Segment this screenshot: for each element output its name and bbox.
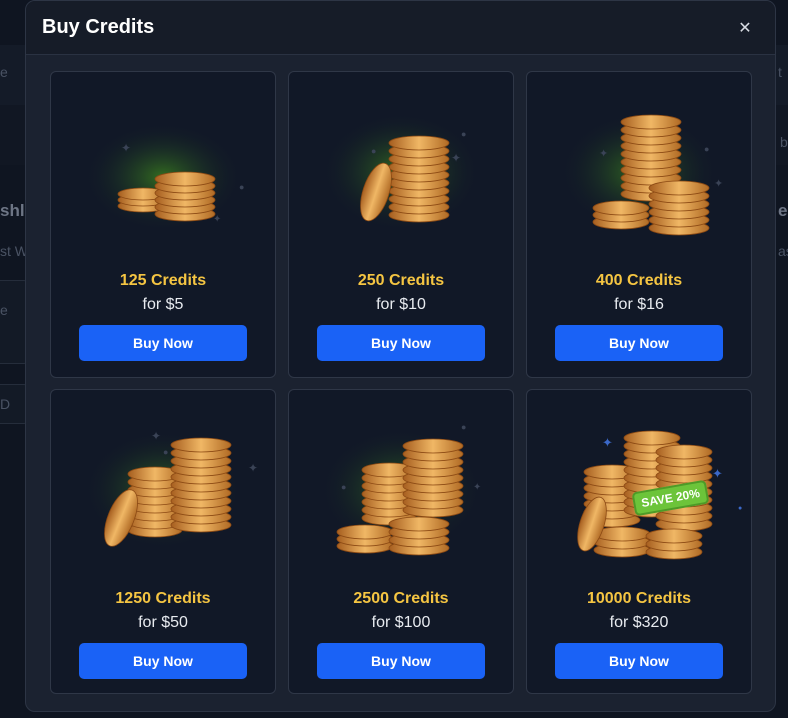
- svg-text:✦: ✦: [599, 148, 608, 160]
- svg-text:✦: ✦: [712, 466, 723, 481]
- package-card: ✦ ✦ ● 400 Credits for $16 Buy Now: [526, 71, 752, 378]
- package-price: for $100: [371, 614, 431, 631]
- buy-now-button[interactable]: Buy Now: [317, 325, 485, 361]
- svg-text:✦: ✦: [121, 141, 131, 155]
- svg-text:●: ●: [704, 144, 709, 154]
- bg-text: e: [778, 201, 788, 220]
- svg-text:●: ●: [461, 422, 466, 432]
- svg-text:●: ●: [239, 182, 244, 192]
- package-card: ✦ ✦ ● 125 Credits for $5 Buy Now: [50, 71, 276, 378]
- package-price: for $320: [609, 614, 669, 631]
- svg-text:✦: ✦: [213, 214, 221, 225]
- svg-text:●: ●: [738, 505, 742, 512]
- coin-stack-icon: ✦ ✦ ● SAVE 20%: [527, 390, 751, 580]
- package-grid: ✦ ✦ ● 125 Credits for $5 Buy Now ✦ ● ● 2…: [50, 71, 752, 694]
- coin-stack-icon: ✦ ✦ ●: [527, 72, 751, 262]
- bg-text: b: [780, 134, 788, 150]
- coin-stack-icon: ✦ ● ●: [289, 72, 513, 262]
- package-card: ● ✦ ● 2500 Credits for $100 Buy Now: [288, 389, 514, 694]
- coin-stack-icon: ✦ ✦ ●: [51, 390, 275, 580]
- svg-text:●: ●: [163, 447, 168, 457]
- bg-box: [0, 280, 28, 364]
- package-credits: 400 Credits: [595, 272, 683, 289]
- package-credits: 2500 Credits: [353, 590, 449, 607]
- package-card: ✦ ✦ ● SAVE 20% 10000 Credits for $320 Buy …: [526, 389, 752, 694]
- buy-now-button[interactable]: Buy Now: [555, 325, 723, 361]
- package-price: for $10: [376, 296, 426, 313]
- package-credits: 250 Credits: [357, 272, 445, 289]
- buy-now-button[interactable]: Buy Now: [317, 643, 485, 679]
- package-credits: 125 Credits: [119, 272, 207, 289]
- coin-stack-icon: ● ✦ ●: [289, 390, 513, 580]
- modal-header: Buy Credits ✕: [26, 1, 775, 55]
- bg-text: st W: [0, 243, 28, 259]
- svg-text:✦: ✦: [248, 461, 258, 475]
- svg-text:✦: ✦: [151, 429, 161, 443]
- buy-now-button[interactable]: Buy Now: [79, 325, 247, 361]
- modal-title: Buy Credits: [42, 16, 155, 38]
- package-card: ✦ ✦ ● 1250 Credits for $50 Buy Now: [50, 389, 276, 694]
- svg-text:●: ●: [461, 129, 466, 139]
- package-price: for $16: [614, 296, 664, 313]
- bg-text: t: [778, 64, 782, 80]
- svg-text:✦: ✦: [451, 151, 461, 165]
- bg-text: e: [0, 64, 8, 80]
- bg-text: e: [0, 302, 8, 318]
- package-credits: 10000 Credits: [586, 590, 692, 607]
- svg-text:●: ●: [371, 146, 376, 156]
- bg-text: D: [0, 396, 11, 412]
- package-credits: 1250 Credits: [115, 590, 211, 607]
- close-icon[interactable]: ✕: [731, 14, 759, 42]
- svg-text:✦: ✦: [714, 178, 723, 190]
- bg-text: shl: [0, 201, 25, 220]
- svg-text:✦: ✦: [602, 435, 613, 450]
- package-price: for $50: [138, 614, 188, 631]
- buy-now-button[interactable]: Buy Now: [555, 643, 723, 679]
- svg-text:✦: ✦: [473, 482, 481, 493]
- coin-stack-icon: ✦ ✦ ●: [51, 72, 275, 262]
- svg-text:●: ●: [341, 482, 346, 492]
- bg-text: ast: [778, 243, 788, 259]
- package-price: for $5: [142, 296, 184, 313]
- package-card: ✦ ● ● 250 Credits for $10 Buy Now: [288, 71, 514, 378]
- buy-now-button[interactable]: Buy Now: [79, 643, 247, 679]
- buy-credits-modal: Buy Credits ✕ ✦ ✦ ● 125 Credits for $5 B…: [25, 0, 776, 712]
